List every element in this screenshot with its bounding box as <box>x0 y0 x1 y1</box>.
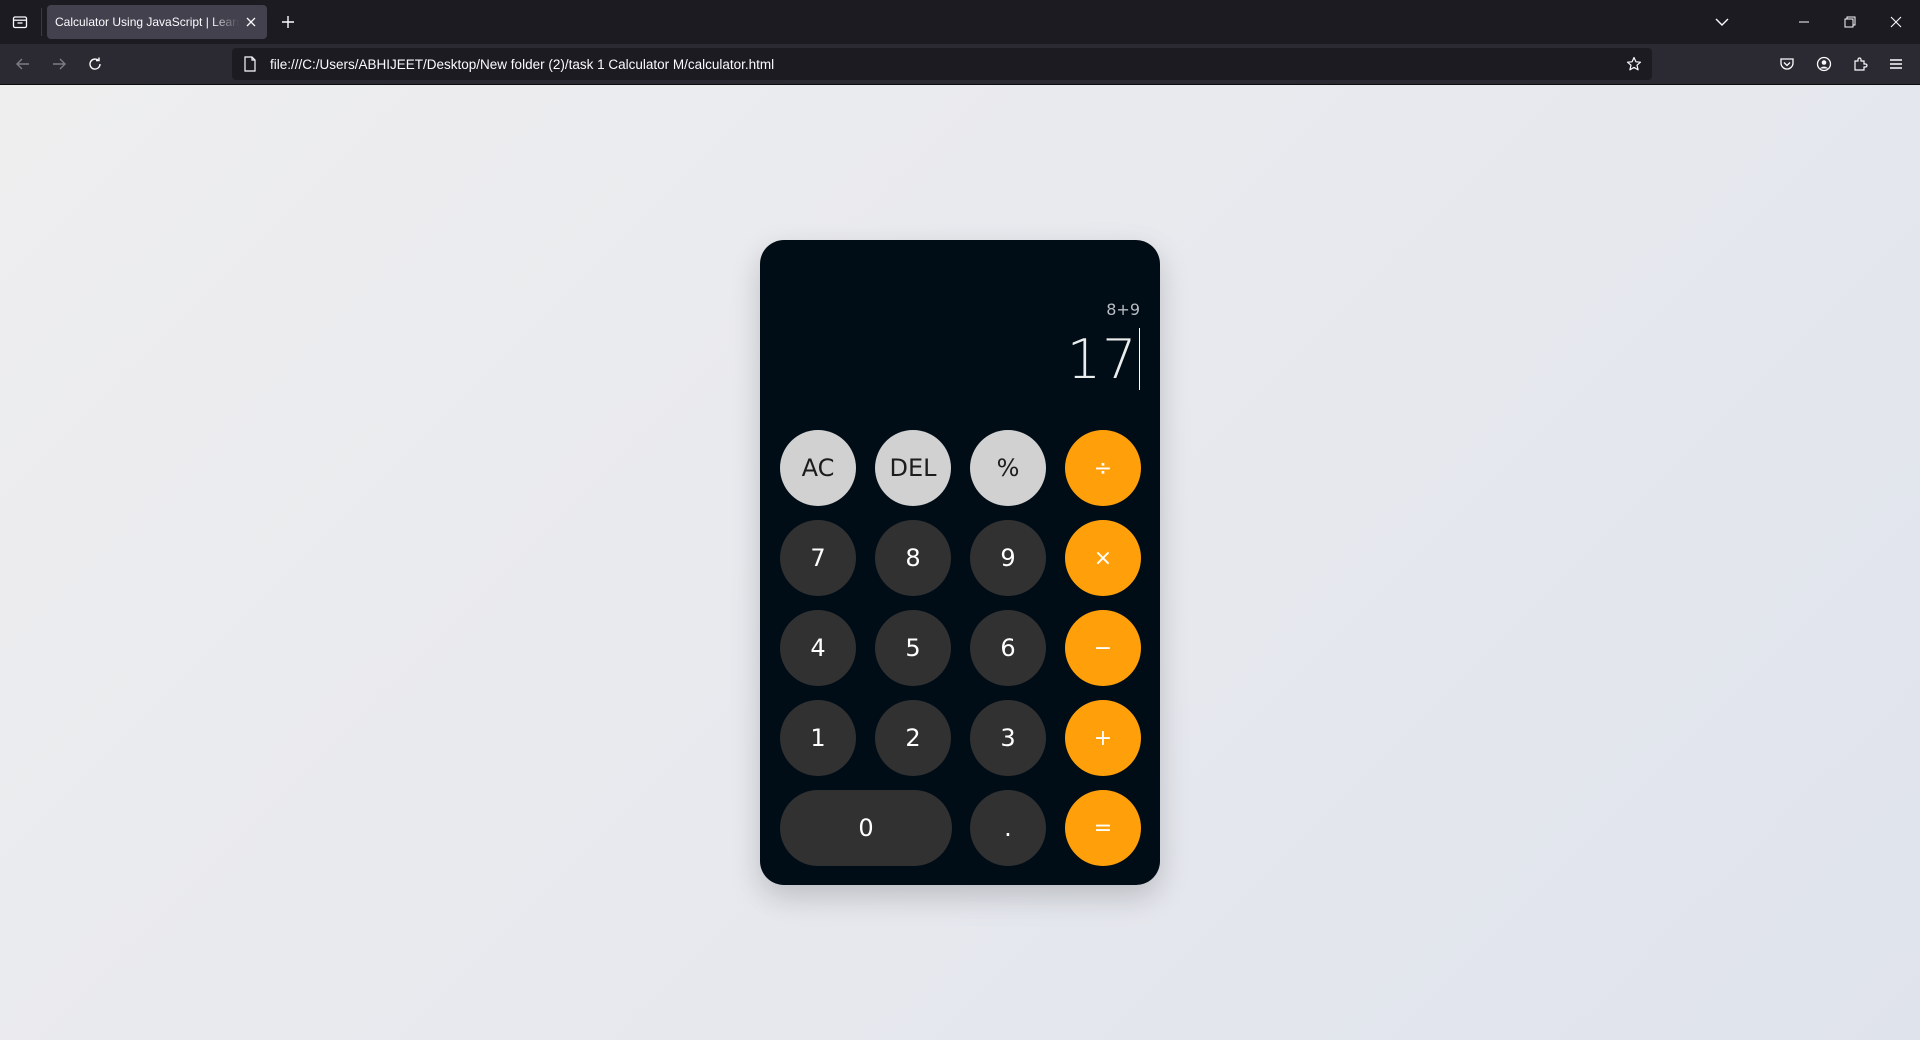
address-bar[interactable]: file:///C:/Users/ABHIJEET/Desktop/New fo… <box>232 48 1652 80</box>
browser-nav-bar: file:///C:/Users/ABHIJEET/Desktop/New fo… <box>0 44 1920 85</box>
pocket-icon[interactable] <box>1775 52 1799 76</box>
divide-button[interactable]: ÷ <box>1065 430 1141 506</box>
url-text[interactable]: file:///C:/Users/ABHIJEET/Desktop/New fo… <box>270 57 774 72</box>
expression-display: 8+9 <box>1106 300 1140 319</box>
new-tab-icon[interactable] <box>278 12 298 32</box>
calculator: 8+9 17 AC DEL % ÷ 7 8 9 × 4 5 6 − 1 2 3 … <box>760 240 1160 885</box>
browser-tab-bar: Calculator Using JavaScript | Learn Codi… <box>0 0 1920 44</box>
close-tab-icon[interactable] <box>243 14 259 30</box>
tab-overview-icon[interactable] <box>8 10 32 34</box>
multiply-button[interactable]: × <box>1065 520 1141 596</box>
digit-9-button[interactable]: 9 <box>970 520 1046 596</box>
digit-6-button[interactable]: 6 <box>970 610 1046 686</box>
back-arrow-icon[interactable] <box>11 52 35 76</box>
forward-arrow-icon[interactable] <box>47 52 71 76</box>
digit-1-button[interactable]: 1 <box>780 700 856 776</box>
subtract-button[interactable]: − <box>1065 610 1141 686</box>
text-caret <box>1138 328 1140 390</box>
digit-0-button[interactable]: 0 <box>780 790 952 866</box>
minimize-icon[interactable] <box>1792 10 1816 34</box>
digit-7-button[interactable]: 7 <box>780 520 856 596</box>
digit-8-button[interactable]: 8 <box>875 520 951 596</box>
active-tab[interactable]: Calculator Using JavaScript | Learn Codi… <box>47 5 267 39</box>
digit-3-button[interactable]: 3 <box>970 700 1046 776</box>
digit-5-button[interactable]: 5 <box>875 610 951 686</box>
delete-button[interactable]: DEL <box>875 430 951 506</box>
account-icon[interactable] <box>1812 52 1836 76</box>
tab-title: Calculator Using JavaScript | Learn Codi… <box>55 15 239 29</box>
page-background: 8+9 17 AC DEL % ÷ 7 8 9 × 4 5 6 − 1 2 3 … <box>0 85 1920 1040</box>
add-button[interactable]: + <box>1065 700 1141 776</box>
calculator-display: 8+9 17 <box>780 240 1140 410</box>
digit-2-button[interactable]: 2 <box>875 700 951 776</box>
page-icon <box>240 54 260 74</box>
bookmark-star-icon[interactable] <box>1624 54 1644 74</box>
list-all-tabs-icon[interactable] <box>1710 10 1734 34</box>
menu-icon[interactable] <box>1884 52 1908 76</box>
reload-icon[interactable] <box>83 52 107 76</box>
all-clear-button[interactable]: AC <box>780 430 856 506</box>
result-display: 17 <box>1066 327 1138 391</box>
digit-4-button[interactable]: 4 <box>780 610 856 686</box>
restore-icon[interactable] <box>1838 10 1862 34</box>
tab-separator <box>41 8 42 36</box>
decimal-point-button[interactable]: . <box>970 790 1046 866</box>
percent-button[interactable]: % <box>970 430 1046 506</box>
result-field[interactable]: 17 <box>1066 327 1140 391</box>
extensions-icon[interactable] <box>1848 52 1872 76</box>
close-window-icon[interactable] <box>1884 10 1908 34</box>
equals-button[interactable]: = <box>1065 790 1141 866</box>
